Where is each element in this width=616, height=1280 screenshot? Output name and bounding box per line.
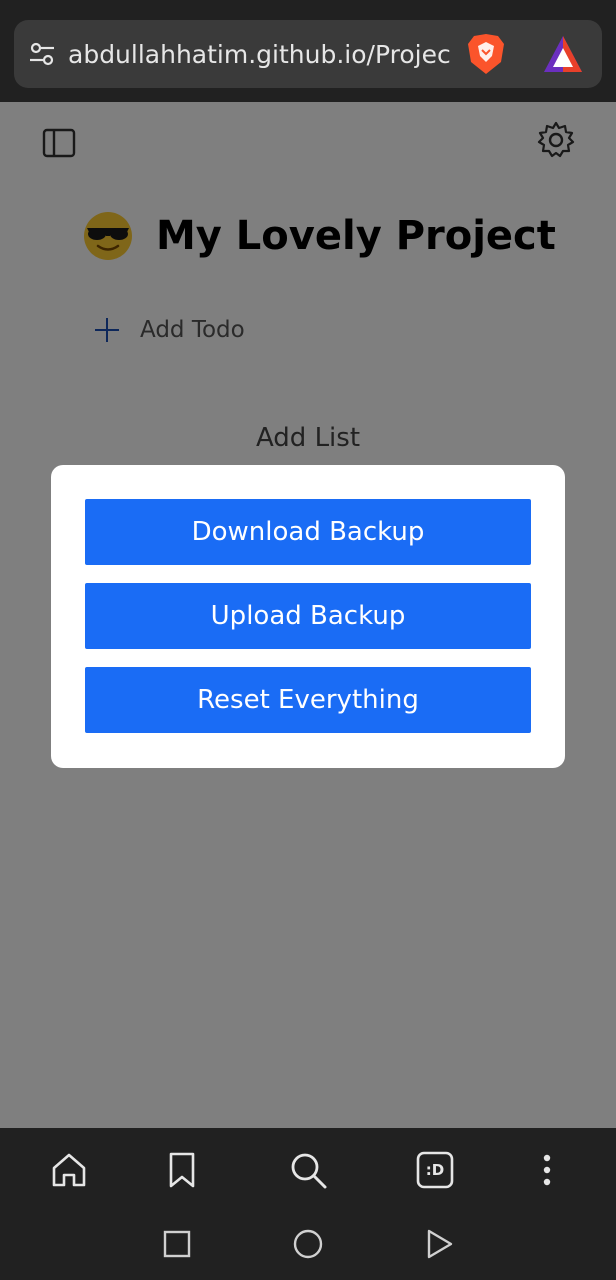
- brave-shields-icon[interactable]: [466, 32, 506, 76]
- upload-backup-button[interactable]: Upload Backup: [85, 583, 531, 649]
- back-triangle-icon[interactable]: [421, 1226, 457, 1262]
- tab-switcher-icon[interactable]: :D: [415, 1150, 455, 1190]
- url-text[interactable]: abdullahhatim.github.io/Projec: [68, 38, 458, 72]
- home-circle-icon[interactable]: [290, 1226, 326, 1262]
- bookmark-icon[interactable]: [162, 1150, 202, 1190]
- site-settings-icon[interactable]: [28, 40, 56, 68]
- download-backup-button[interactable]: Download Backup: [85, 499, 531, 565]
- brave-rewards-icon[interactable]: [542, 34, 584, 74]
- browser-bottom-bar: :D: [0, 1128, 616, 1280]
- settings-modal: Download Backup Upload Backup Reset Ever…: [51, 465, 565, 768]
- address-bar[interactable]: abdullahhatim.github.io/Projec: [14, 20, 602, 88]
- home-icon[interactable]: [49, 1150, 89, 1190]
- search-icon[interactable]: [288, 1150, 328, 1190]
- more-vertical-icon[interactable]: [527, 1150, 567, 1190]
- reset-everything-button[interactable]: Reset Everything: [85, 667, 531, 733]
- recents-square-icon[interactable]: [159, 1226, 195, 1262]
- tab-switcher-label: :D: [425, 1161, 445, 1179]
- browser-top-bar: abdullahhatim.github.io/Projec: [0, 0, 616, 102]
